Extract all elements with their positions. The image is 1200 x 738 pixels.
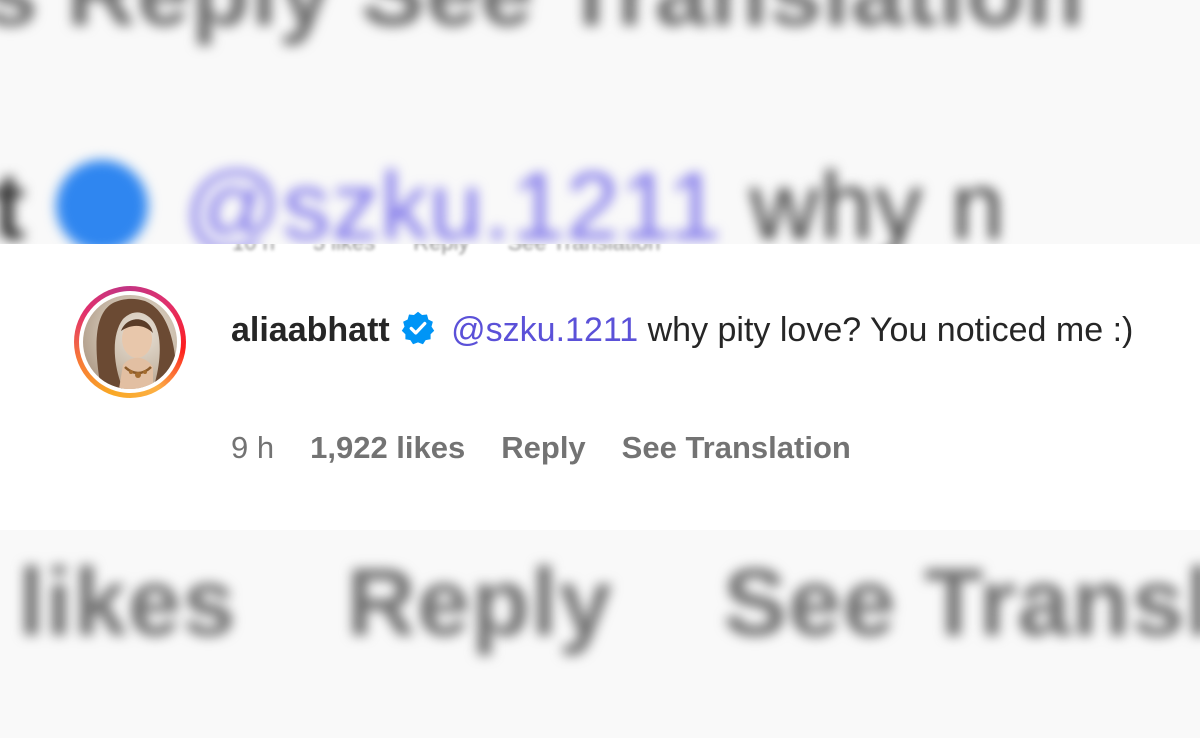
blurred-top-meta: es Reply See Translation <box>0 0 1085 48</box>
previous-comment-reply[interactable]: Reply <box>413 244 469 255</box>
comment-meta-row: 9 h 1,922 likes Reply See Translation <box>231 430 887 466</box>
comment-card: 10 h 5 likes Reply See Translation aliaabha… <box>0 244 1200 530</box>
comment-timestamp[interactable]: 9 h <box>231 430 274 466</box>
blurred-reply: Reply <box>346 549 613 656</box>
avatar <box>83 295 177 389</box>
avatar-photo-icon <box>96 298 177 389</box>
blurred-verified-icon <box>55 159 148 252</box>
previous-comment-time: 10 h <box>232 244 275 255</box>
comment-text: why pity love? You noticed me :) <box>638 311 1134 349</box>
blurred-translation: See Transla <box>722 549 1200 656</box>
previous-comment-meta: 10 h 5 likes Reply See Translation <box>232 244 698 256</box>
comment-likes-count[interactable]: 1,922 likes <box>310 430 465 466</box>
verified-badge-icon <box>400 307 436 345</box>
blurred-likes: likes <box>18 549 237 656</box>
comment-body: aliaabhatt @szku.1211 why pity love? You… <box>231 302 1191 358</box>
see-translation-button[interactable]: See Translation <box>622 430 851 466</box>
previous-comment-likes[interactable]: 5 likes <box>313 244 375 255</box>
previous-comment-translation[interactable]: See Translation <box>507 244 660 255</box>
comment-mention-link[interactable]: @szku.1211 <box>451 311 638 349</box>
story-ring[interactable] <box>74 286 186 398</box>
blurred-bottom-meta: likes Reply See Transla <box>18 548 1200 658</box>
reply-button[interactable]: Reply <box>501 430 585 466</box>
comment-username[interactable]: aliaabhatt <box>231 311 390 349</box>
